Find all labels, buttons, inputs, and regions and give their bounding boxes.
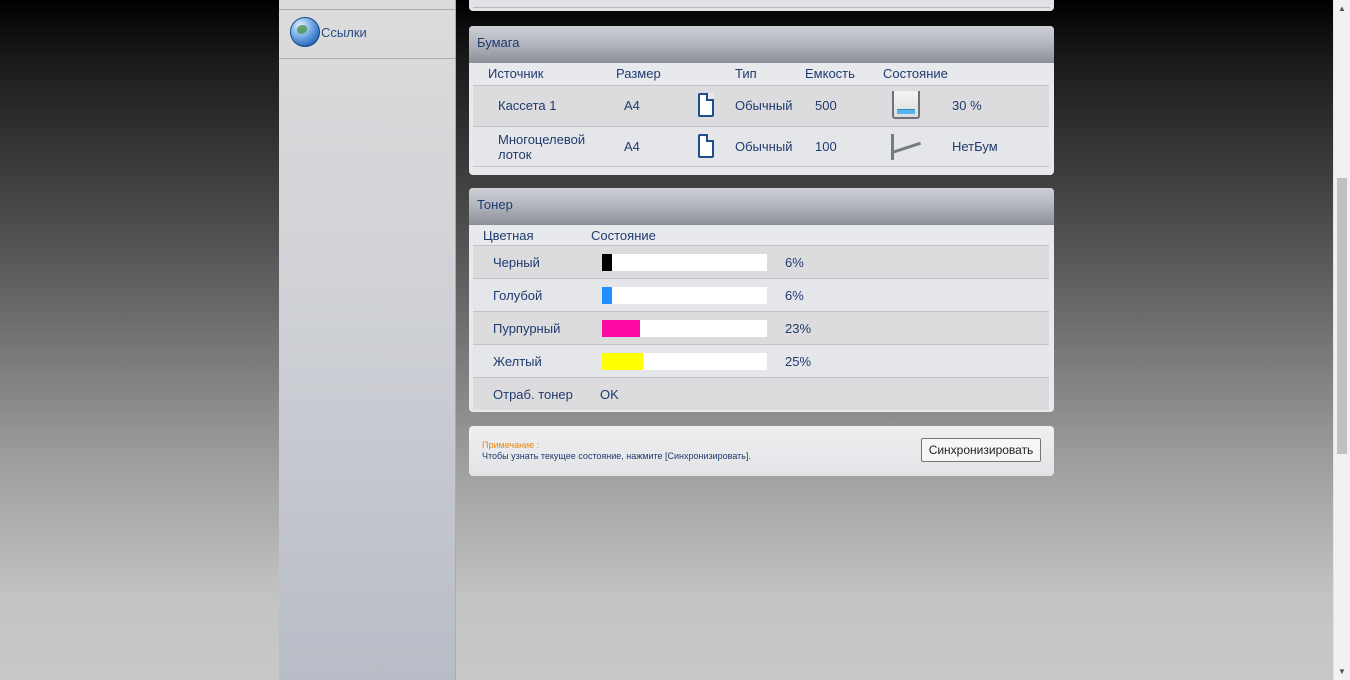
column-header-status: Состояние [883,66,948,81]
toner-level-fill [602,254,612,271]
paper-source: Многоцелевой лоток [498,132,586,162]
paper-sheet-icon [698,93,714,117]
paper-status: 30 % [952,98,982,113]
toner-percent: 23% [785,321,812,336]
previous-panel-bottom [469,0,1054,11]
paper-sheet-icon [698,134,714,158]
scrollbar-thumb[interactable] [1337,178,1347,454]
scroll-down-arrow-icon[interactable]: ▼ [1334,663,1350,680]
toner-row: Желтый 25% [473,344,1049,377]
sidebar-item-links[interactable]: Ссылки [290,17,367,47]
paper-column-headers: Источник Размер Тип Емкость Состояние [469,63,1054,85]
toner-percent: 6% [785,255,804,270]
toner-level-fill [602,287,612,304]
toner-level-fill [602,353,643,370]
paper-type: Обычный [735,98,793,113]
toner-percent: 25% [785,354,812,369]
toner-level-fill [602,320,640,337]
column-header-status: Состояние [591,228,656,243]
toner-level-bar [602,353,767,370]
sidebar-divider [279,58,455,59]
paper-source: Кассета 1 [498,98,557,113]
paper-size: A4 [624,139,640,154]
toner-panel-title: Тонер [469,188,1054,225]
sidebar-item-label: Ссылки [321,24,367,40]
paper-tray-icon [892,91,920,119]
paper-type: Обычный [735,139,793,154]
note-panel: Примечание : Чтобы узнать текущее состоя… [469,426,1054,476]
column-header-size: Размер [616,66,661,81]
table-row: Кассета 1 A4 Обычный 500 30 % [473,85,1049,126]
toner-name: Черный [493,255,540,270]
paper-size: A4 [624,98,640,113]
vertical-scrollbar[interactable]: ▲ ▼ [1333,0,1350,680]
sync-button[interactable]: Синхронизировать [921,438,1041,462]
waste-toner-status: OK [600,387,619,402]
note-title: Примечание : [482,440,540,450]
column-header-type: Тип [735,66,757,81]
toner-row: Пурпурный 23% [473,311,1049,344]
paper-panel: Бумага Источник Размер Тип Емкость Состо… [469,26,1054,175]
multipurpose-tray-icon [891,134,923,160]
toner-name: Желтый [493,354,542,369]
toner-row: Черный 6% [473,245,1049,278]
paper-capacity: 100 [815,139,837,154]
table-row: Многоцелевой лоток A4 Обычный 100 НетБум [473,126,1049,167]
waste-toner-label: Отраб. тонер [493,387,573,402]
toner-level-bar [602,254,767,271]
paper-capacity: 500 [815,98,837,113]
column-header-source: Источник [488,66,544,81]
toner-column-headers: Цветная Состояние [469,225,1054,247]
column-header-capacity: Емкость [805,66,855,81]
toner-panel: Тонер Цветная Состояние Черный 6% Голубо… [469,188,1054,412]
toner-name: Голубой [493,288,543,303]
toner-row: Голубой 6% [473,278,1049,311]
sidebar-divider [279,9,455,10]
column-header-color: Цветная [483,228,534,243]
sidebar: Ссылки [279,0,456,680]
note-text: Чтобы узнать текущее состояние, нажмите … [482,451,751,461]
toner-percent: 6% [785,288,804,303]
globe-icon [290,17,320,47]
scroll-up-arrow-icon[interactable]: ▲ [1334,0,1350,17]
paper-status: НетБум [952,139,998,154]
paper-panel-title: Бумага [469,26,1054,63]
waste-toner-row: Отраб. тонер OK [473,377,1049,410]
toner-name: Пурпурный [493,321,561,336]
toner-level-bar [602,320,767,337]
toner-level-bar [602,287,767,304]
